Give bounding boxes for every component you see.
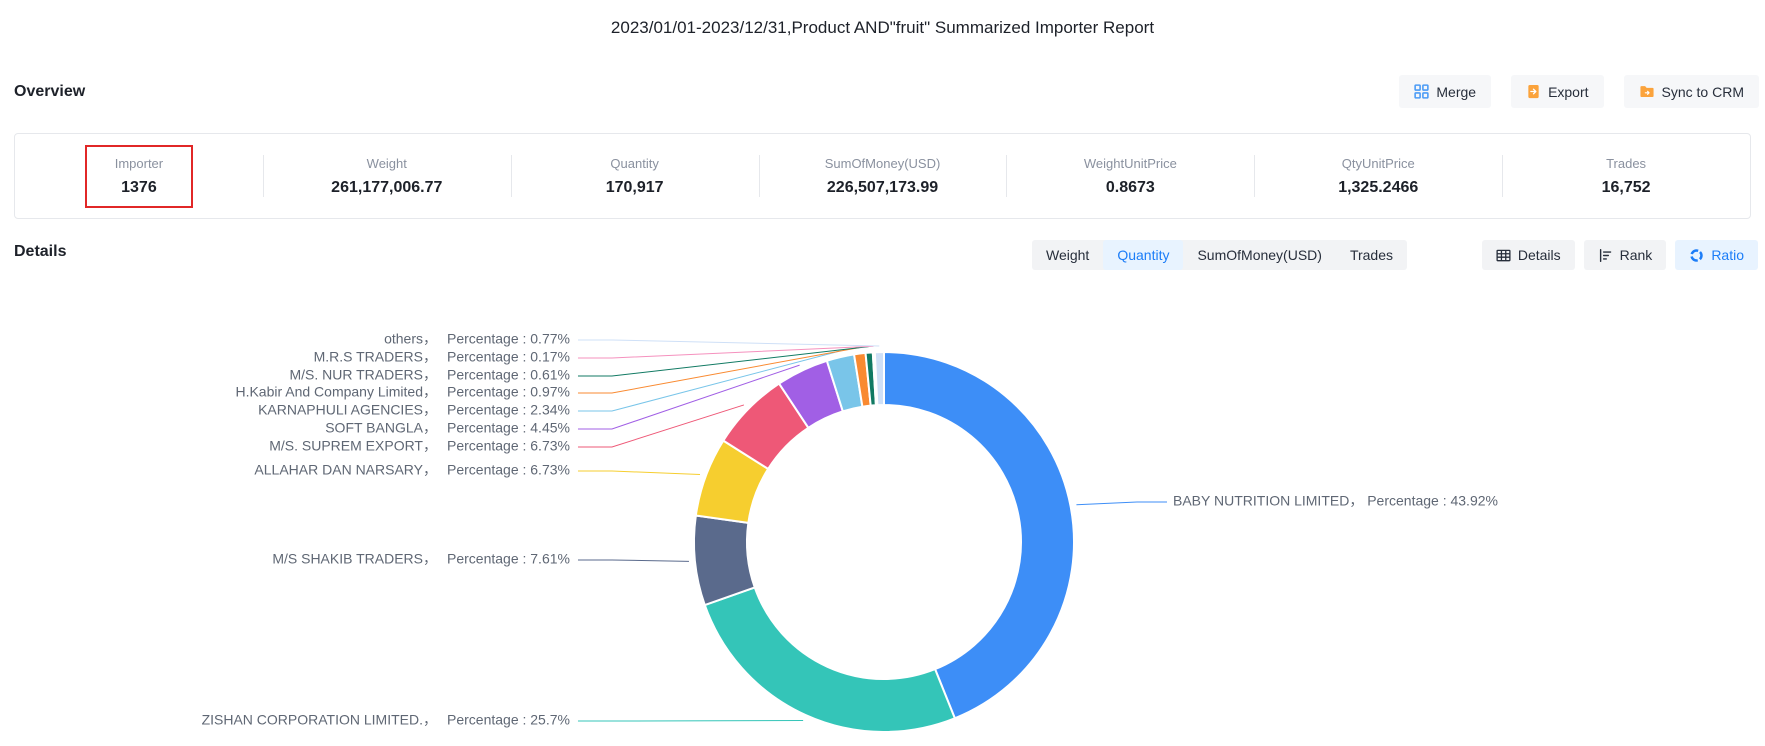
pie-label-name-others: others， — [384, 331, 437, 347]
highlight-box: Importer 1376 — [85, 145, 193, 208]
export-button[interactable]: Export — [1511, 75, 1603, 108]
sync-to-crm-button-label: Sync to CRM — [1662, 84, 1744, 100]
sync-to-crm-button[interactable]: Sync to CRM — [1624, 75, 1759, 108]
stat-importer[interactable]: Importer 1376 — [15, 134, 263, 218]
stat-value: 170,917 — [606, 179, 664, 197]
tab-trades[interactable]: Trades — [1336, 240, 1407, 270]
pie-label-name-m-s-suprem-export: M/S. SUPREM EXPORT， — [269, 438, 437, 454]
pie-segment-others[interactable] — [875, 352, 884, 405]
view-details-label: Details — [1518, 247, 1561, 263]
rank-icon — [1598, 248, 1613, 263]
pie-segment-zishan-corporation-limited[interactable] — [705, 587, 955, 732]
view-details-button[interactable]: Details — [1482, 240, 1575, 270]
pie-segment-baby-nutrition-limited[interactable] — [884, 352, 1074, 718]
pie-label-name-h-kabir-and-company-limited: H.Kabir And Company Limited， — [235, 384, 437, 400]
export-icon — [1526, 84, 1541, 99]
pie-label-pct-m-s-suprem-export: Percentage : 6.73% — [447, 438, 570, 454]
pie-label-name-karnaphuli-agencies: KARNAPHULI AGENCIES， — [258, 402, 437, 418]
pie-label-pct-soft-bangla: Percentage : 4.45% — [447, 420, 570, 436]
overview-stats-card: Importer 1376 Weight 261,177,006.77 Quan… — [14, 133, 1751, 219]
stat-label: Trades — [1606, 156, 1646, 171]
merge-button-label: Merge — [1436, 84, 1476, 100]
metric-tabs: Weight Quantity SumOfMoney(USD) Trades — [1032, 240, 1407, 270]
pie-label-line — [578, 340, 879, 346]
view-rank-button[interactable]: Rank — [1584, 240, 1667, 270]
report-title: 2023/01/01-2023/12/31,Product AND"fruit"… — [0, 18, 1765, 38]
pie-label-pct-others: Percentage : 0.77% — [447, 331, 570, 347]
stat-label: Importer — [115, 156, 163, 171]
stat-value: 0.8673 — [1106, 179, 1155, 197]
pie-label-pct-zishan-corporation-limited: Percentage : 25.7% — [447, 712, 570, 728]
stat-label: SumOfMoney(USD) — [825, 156, 941, 171]
pie-label-pct-karnaphuli-agencies: Percentage : 2.34% — [447, 402, 570, 418]
pie-label-pct-allahar-dan-narsary: Percentage : 6.73% — [447, 462, 570, 478]
stat-label: WeightUnitPrice — [1084, 156, 1177, 171]
pie-label-line — [578, 346, 873, 358]
view-ratio-label: Ratio — [1711, 247, 1744, 263]
pie-label-pct-h-kabir-and-company-limited: Percentage : 0.97% — [447, 384, 570, 400]
pie-label-name-allahar-dan-narsary: ALLAHAR DAN NARSARY， — [254, 462, 437, 478]
pie-label-pct-m-s-nur-traders: Percentage : 0.61% — [447, 367, 570, 383]
pie-label-name-m-s-shakib-traders: M/S SHAKIB TRADERS， — [272, 551, 437, 567]
view-ratio-button[interactable]: Ratio — [1675, 240, 1758, 270]
table-icon — [1496, 248, 1511, 263]
importer-ratio-donut-svg: BABY NUTRITION LIMITED， Percentage : 43.… — [0, 270, 1765, 741]
pie-label-line — [1076, 502, 1167, 505]
pie-label-name-zishan-corporation-limited: ZISHAN CORPORATION LIMITED.， — [202, 712, 437, 728]
stat-label: Weight — [367, 156, 407, 171]
export-button-label: Export — [1548, 84, 1588, 100]
overview-heading: Overview — [14, 83, 85, 101]
pie-label-name-m-r-s-traders: M.R.S TRADERS， — [314, 349, 437, 365]
stat-label: Quantity — [610, 156, 658, 171]
stat-weight-unit-price[interactable]: WeightUnitPrice 0.8673 — [1006, 134, 1254, 218]
tab-weight[interactable]: Weight — [1032, 240, 1103, 270]
pie-segment-m-s-shakib-traders[interactable] — [694, 515, 755, 605]
stat-value: 1,325.2466 — [1338, 179, 1418, 197]
stat-value: 226,507,173.99 — [827, 179, 938, 197]
overview-actions: Merge Export Sync to CRM — [1399, 75, 1759, 108]
stat-sum-of-money[interactable]: SumOfMoney(USD) 226,507,173.99 — [759, 134, 1007, 218]
merge-button[interactable]: Merge — [1399, 75, 1491, 108]
stat-trades[interactable]: Trades 16,752 — [1502, 134, 1750, 218]
merge-icon — [1414, 84, 1429, 99]
stat-weight[interactable]: Weight 261,177,006.77 — [263, 134, 511, 218]
pie-label-baby-nutrition-limited: BABY NUTRITION LIMITED， Percentage : 43.… — [1173, 493, 1498, 509]
sync-crm-icon — [1639, 84, 1655, 99]
pie-label-line — [578, 471, 700, 475]
details-heading: Details — [14, 243, 66, 261]
pie-label-pct-m-r-s-traders: Percentage : 0.17% — [447, 349, 570, 365]
stat-value: 1376 — [121, 179, 157, 197]
pie-label-name-m-s-nur-traders: M/S. NUR TRADERS， — [289, 367, 437, 383]
stat-value: 261,177,006.77 — [331, 179, 442, 197]
stat-value: 16,752 — [1602, 179, 1651, 197]
pie-label-pct-m-s-shakib-traders: Percentage : 7.61% — [447, 551, 570, 567]
view-tabs: Details Rank Ratio — [1482, 240, 1758, 270]
stat-qty-unit-price[interactable]: QtyUnitPrice 1,325.2466 — [1254, 134, 1502, 218]
stat-label: QtyUnitPrice — [1342, 156, 1415, 171]
importer-ratio-chart: BABY NUTRITION LIMITED， Percentage : 43.… — [0, 270, 1765, 741]
pie-label-name-soft-bangla: SOFT BANGLA， — [325, 420, 437, 436]
view-rank-label: Rank — [1620, 247, 1653, 263]
tab-quantity[interactable]: Quantity — [1103, 240, 1183, 270]
ratio-icon — [1689, 248, 1704, 263]
tab-sum-of-money[interactable]: SumOfMoney(USD) — [1183, 240, 1335, 270]
stat-quantity[interactable]: Quantity 170,917 — [511, 134, 759, 218]
pie-label-line — [578, 560, 689, 561]
